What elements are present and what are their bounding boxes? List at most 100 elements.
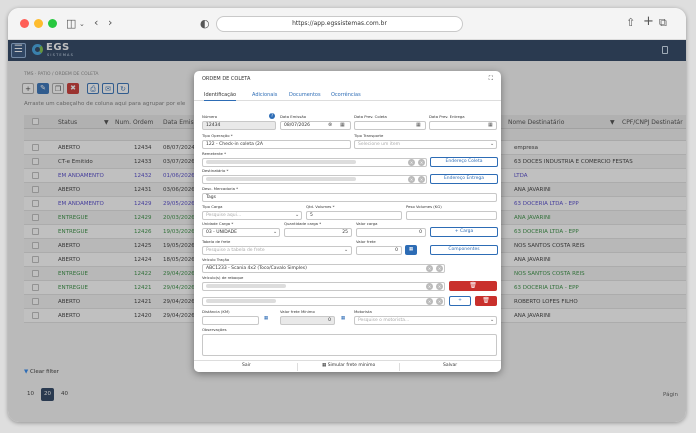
- add-reboque-button[interactable]: +: [449, 296, 471, 306]
- remove-reboque-button[interactable]: 🗑: [449, 281, 497, 291]
- clear-icon[interactable]: ×: [426, 283, 433, 290]
- calculator-icon[interactable]: ▦: [338, 315, 348, 325]
- motorista-select[interactable]: Pesquise o motorista...: [354, 316, 497, 325]
- new-tab-icon[interactable]: +: [643, 15, 654, 28]
- observacoes-label: Observações: [202, 327, 227, 332]
- tipo-transporte-select[interactable]: Selecione um item: [354, 140, 497, 149]
- quantidade-carga-label: Quantidade carga *: [284, 221, 322, 226]
- clear-filter-link[interactable]: ▼ Clear filter: [24, 369, 59, 375]
- remove-reboque-button[interactable]: 🗑: [475, 296, 497, 306]
- unidade-carga-label: Unidade Carga *: [202, 221, 234, 226]
- desc-mercadoria-label: Desc. Mercadoria *: [202, 186, 239, 191]
- veiculo-tracao-label: Veículo Tração: [202, 257, 230, 262]
- calculator-icon[interactable]: ▦: [405, 245, 417, 255]
- tipo-transporte-label: Tipo Transporte: [354, 133, 384, 138]
- minimize-window-button[interactable]: [34, 19, 43, 28]
- tabela-frete-select[interactable]: Pesquise a tabela de frete: [202, 246, 352, 255]
- tab-adicionais[interactable]: Adicionais: [252, 92, 277, 98]
- clear-icon[interactable]: ×: [436, 265, 443, 272]
- tipo-operacao-label: Tipo Operação *: [202, 133, 233, 138]
- clear-icon[interactable]: ×: [436, 298, 443, 305]
- clear-icon[interactable]: ×: [436, 283, 443, 290]
- close-window-button[interactable]: [20, 19, 29, 28]
- chevron-down-icon[interactable]: ⌄: [344, 247, 348, 254]
- forward-icon[interactable]: ›: [108, 17, 112, 29]
- peso-volumes-field[interactable]: [406, 211, 497, 220]
- sidebar-toggle-icon[interactable]: ◫: [66, 18, 76, 30]
- salvar-button[interactable]: Salvar: [443, 363, 457, 368]
- address-bar[interactable]: https://app.egssistemas.com.br: [216, 16, 463, 32]
- sair-button[interactable]: Sair: [242, 363, 251, 368]
- chevron-down-icon[interactable]: ⌄: [79, 18, 85, 30]
- clear-icon[interactable]: ×: [418, 159, 425, 166]
- tab-documentos[interactable]: Documentos: [289, 92, 321, 98]
- quantidade-carga-field[interactable]: 25: [284, 228, 352, 237]
- maximize-window-button[interactable]: [48, 19, 57, 28]
- clear-icon[interactable]: ×: [408, 159, 415, 166]
- componentes-button[interactable]: Componentes: [430, 245, 498, 255]
- distancia-label: Distância (KM): [202, 309, 230, 314]
- desc-mercadoria-field[interactable]: Tags: [202, 193, 497, 202]
- endereco-entrega-button[interactable]: Endereço Entrega: [430, 174, 498, 184]
- clear-icon[interactable]: ×: [408, 176, 415, 183]
- chevron-down-icon[interactable]: ⌄: [490, 141, 494, 148]
- valor-frete-field[interactable]: 0: [356, 246, 402, 255]
- help-icon[interactable]: ?: [269, 113, 275, 119]
- calendar-icon[interactable]: ▦: [340, 122, 345, 129]
- unidade-carga-select[interactable]: 03 - UNIDADE: [202, 228, 280, 237]
- remetente-label: Remetente *: [202, 151, 226, 156]
- calculator-icon[interactable]: ▦: [261, 315, 271, 325]
- tabs-overview-icon[interactable]: ⧉: [659, 17, 667, 29]
- destinatario-field[interactable]: [202, 175, 427, 184]
- chevron-down-icon[interactable]: ⌄: [295, 212, 299, 219]
- dialog-tabs: Identificação Adicionais Documentos Ocor…: [194, 89, 501, 101]
- reboque-field-2[interactable]: [202, 297, 445, 306]
- motorista-label: Motorista: [354, 309, 372, 314]
- tipo-carga-label: Tipo Carga: [202, 204, 223, 209]
- chevron-down-icon[interactable]: ⌄: [490, 317, 494, 324]
- clear-filter-label: Clear filter: [29, 369, 59, 375]
- clear-icon[interactable]: ⊗: [328, 122, 332, 129]
- tab-identificacao[interactable]: Identificação: [204, 92, 237, 101]
- dialog-footer: Sair ▦ Simular frete mínimo Salvar: [194, 360, 501, 372]
- valor-frete-minimo-label: Valor frete Mínimo: [280, 309, 315, 314]
- numero-field[interactable]: 12434: [202, 121, 276, 130]
- ordem-coleta-dialog: ORDEM DE COLETA ⛶ Identificação Adiciona…: [194, 71, 501, 372]
- tipo-operacao-select[interactable]: 122 - Check-in coleta (2A: [202, 140, 351, 149]
- expand-icon[interactable]: ⛶: [489, 75, 493, 83]
- valor-frete-label: Valor frete: [356, 239, 376, 244]
- back-icon[interactable]: ‹: [94, 17, 98, 29]
- browser-window: ◫ ⌄ ‹ › ◐ https://app.egssistemas.com.br…: [8, 8, 686, 422]
- valor-frete-minimo-field[interactable]: 0: [280, 316, 335, 325]
- calendar-icon[interactable]: ▦: [488, 122, 493, 129]
- veiculo-tracao-field[interactable]: ABC1233 - Scania 4x2 (Toco/Cavalo Simple…: [202, 264, 445, 273]
- data-emissao-label: Data Emissão: [280, 114, 307, 119]
- simular-frete-minimo-label: Simular frete mínimo: [327, 363, 376, 368]
- remetente-field[interactable]: [202, 158, 427, 167]
- observacoes-textarea[interactable]: [202, 334, 497, 356]
- numero-label: Número: [202, 114, 218, 119]
- share-icon[interactable]: ⇧: [626, 17, 635, 29]
- endereco-coleta-button[interactable]: Endereço Coleta: [430, 157, 498, 167]
- qtd-volumes-field[interactable]: 5: [306, 211, 402, 220]
- chevron-down-icon[interactable]: ⌄: [273, 229, 277, 236]
- tab-ocorrencias[interactable]: Ocorrências: [331, 92, 361, 98]
- simular-frete-minimo-button[interactable]: ▦ Simular frete mínimo: [322, 363, 375, 368]
- clear-icon[interactable]: ×: [418, 176, 425, 183]
- reboque-field-1[interactable]: [202, 282, 445, 291]
- clear-icon[interactable]: ×: [426, 298, 433, 305]
- valor-carga-label: Valor carga: [356, 221, 378, 226]
- divider: [399, 363, 400, 371]
- valor-carga-field[interactable]: 0: [356, 228, 426, 237]
- add-carga-button[interactable]: + Carga: [430, 227, 498, 237]
- tipo-carga-select[interactable]: Pesquise aqui...: [202, 211, 302, 220]
- browser-chrome: ◫ ⌄ ‹ › ◐ https://app.egssistemas.com.br…: [8, 8, 686, 40]
- veiculos-reboque-label: Veículo(s) de reboque: [202, 275, 244, 280]
- clear-icon[interactable]: ×: [426, 265, 433, 272]
- distancia-field[interactable]: [202, 316, 259, 325]
- calendar-icon[interactable]: ▦: [416, 122, 421, 129]
- peso-volumes-label: Peso Volumes (KG): [406, 204, 442, 209]
- qtd-volumes-label: Qtd. Volumes *: [306, 204, 335, 209]
- data-prev-entrega-field[interactable]: [429, 121, 497, 130]
- data-prev-coleta-label: Data Prev. Coleta: [354, 114, 387, 119]
